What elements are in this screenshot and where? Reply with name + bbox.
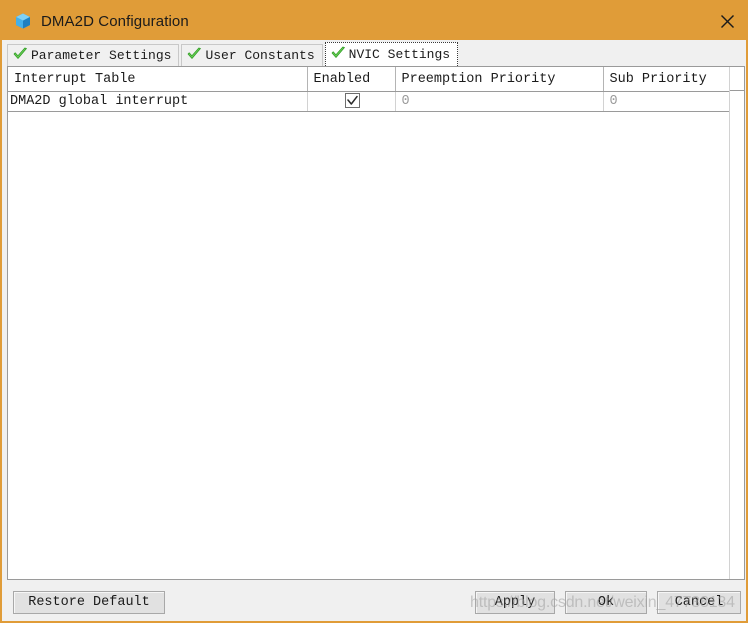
tab-nvic-settings[interactable]: NVIC Settings [324, 42, 459, 66]
table-header-row: Interrupt Table Enabled Preemption Prior… [8, 67, 730, 92]
checkmark-icon [346, 96, 358, 106]
sub-priority-value: 0 [609, 94, 618, 109]
title-bar: DMA2D Configuration [2, 2, 746, 40]
ok-button[interactable]: Ok [565, 591, 647, 614]
cell-sub-priority[interactable]: 0 [603, 91, 730, 112]
vertical-scrollbar[interactable] [729, 67, 744, 579]
cell-enabled[interactable] [307, 91, 396, 112]
cell-interrupt-name: DMA2D global interrupt [8, 91, 308, 112]
interrupt-table: Interrupt Table Enabled Preemption Prior… [8, 67, 730, 112]
green-check-icon [186, 46, 202, 66]
column-header-enabled[interactable]: Enabled [307, 67, 396, 92]
restore-default-button[interactable]: Restore Default [13, 591, 165, 614]
tab-label: User Constants [205, 48, 315, 63]
table-row[interactable]: DMA2D global interrupt 0 0 [8, 91, 730, 112]
scrollbar-corner [730, 67, 744, 91]
column-header-interrupt-table[interactable]: Interrupt Table [8, 67, 308, 92]
dialog-button-bar: Restore Default Apply Ok Cancel [2, 582, 746, 621]
cell-preemption-priority[interactable]: 0 [395, 91, 604, 112]
close-icon [720, 14, 734, 28]
cancel-button[interactable]: Cancel [657, 591, 741, 614]
close-button[interactable] [704, 2, 746, 40]
apply-button[interactable]: Apply [475, 591, 555, 614]
window-title: DMA2D Configuration [41, 12, 189, 30]
tab-strip: Parameter Settings User Constants NVIC S… [2, 40, 746, 66]
column-header-sub-priority[interactable]: Sub Priority [603, 67, 730, 92]
tab-label: Parameter Settings [31, 48, 172, 63]
column-header-preemption-priority[interactable]: Preemption Priority [395, 67, 604, 92]
dma2d-configuration-window: DMA2D Configuration Parameter Settings U… [0, 0, 748, 623]
tab-user-constants[interactable]: User Constants [181, 44, 323, 66]
interrupt-table-viewport: Interrupt Table Enabled Preemption Prior… [8, 67, 744, 579]
tab-label: NVIC Settings [348, 47, 451, 62]
preemption-priority-value: 0 [401, 94, 410, 109]
cube-icon [14, 12, 32, 30]
green-check-icon [330, 45, 346, 65]
green-check-icon [12, 46, 28, 66]
tab-parameter-settings[interactable]: Parameter Settings [7, 44, 180, 66]
nvic-settings-panel: Interrupt Table Enabled Preemption Prior… [7, 66, 745, 580]
enabled-checkbox[interactable] [344, 93, 360, 109]
